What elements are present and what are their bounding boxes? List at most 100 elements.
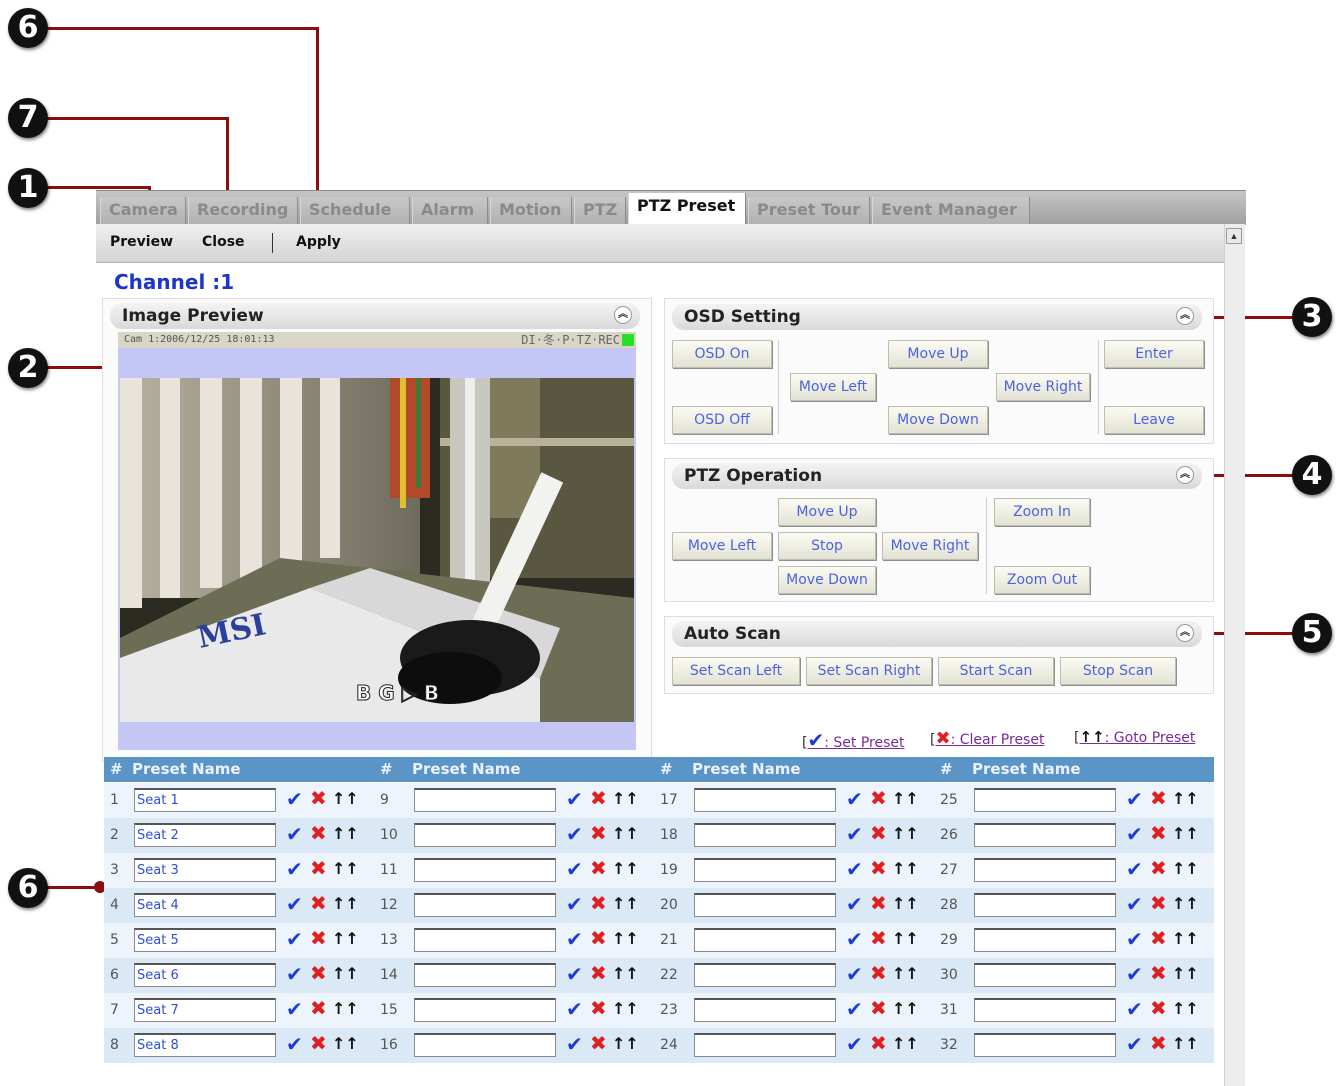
x-icon[interactable]: ✖ [310, 893, 327, 913]
x-icon[interactable]: ✖ [310, 823, 327, 843]
set-scan-left-button[interactable]: Set Scan Left [672, 657, 800, 685]
checkmark-icon[interactable]: ✔ [1126, 824, 1143, 844]
tab-event-manager[interactable]: Event Manager [872, 197, 1030, 225]
checkmark-icon[interactable]: ✔ [566, 824, 583, 844]
tab-motion[interactable]: Motion [490, 197, 572, 225]
chevron-up-icon[interactable]: ︽ [1176, 466, 1194, 484]
x-icon[interactable]: ✖ [870, 928, 887, 948]
x-icon[interactable]: ✖ [590, 928, 607, 948]
goto-arrows-icon[interactable]: ↑↑ [892, 1034, 919, 1054]
osd-off-button[interactable]: OSD Off [672, 406, 772, 434]
goto-arrows-icon[interactable]: ↑↑ [612, 929, 639, 949]
checkmark-icon[interactable]: ✔ [286, 824, 303, 844]
x-icon[interactable]: ✖ [590, 893, 607, 913]
checkmark-icon[interactable]: ✔ [1126, 789, 1143, 809]
checkmark-icon[interactable]: ✔ [1126, 859, 1143, 879]
set-scan-right-button[interactable]: Set Scan Right [806, 657, 932, 685]
x-icon[interactable]: ✖ [310, 1033, 327, 1053]
goto-arrows-icon[interactable]: ↑↑ [612, 964, 639, 984]
tab-alarm[interactable]: Alarm [412, 197, 488, 225]
x-icon[interactable]: ✖ [310, 788, 327, 808]
goto-arrows-icon[interactable]: ↑↑ [612, 859, 639, 879]
goto-arrows-icon[interactable]: ↑↑ [612, 1034, 639, 1054]
tab-schedule[interactable]: Schedule [300, 197, 410, 225]
goto-arrows-icon[interactable]: ↑↑ [892, 894, 919, 914]
preset-name-input[interactable] [414, 858, 556, 882]
ptz-move-down-button[interactable]: Move Down [778, 566, 876, 594]
preset-name-input[interactable]: Seat 2 [134, 823, 276, 847]
checkmark-icon[interactable]: ✔ [286, 1034, 303, 1054]
checkmark-icon[interactable]: ✔ [1126, 999, 1143, 1019]
preset-name-input[interactable] [974, 998, 1116, 1022]
osd-move-left-button[interactable]: Move Left [790, 373, 876, 401]
osd-move-down-button[interactable]: Move Down [888, 406, 988, 434]
checkmark-icon[interactable]: ✔ [566, 894, 583, 914]
preset-name-input[interactable] [414, 1033, 556, 1057]
checkmark-icon[interactable]: ✔ [846, 1034, 863, 1054]
goto-arrows-icon[interactable]: ↑↑ [892, 964, 919, 984]
tab-recording[interactable]: Recording [188, 197, 298, 225]
goto-arrows-icon[interactable]: ↑↑ [612, 894, 639, 914]
preview-button[interactable]: Preview [110, 234, 173, 250]
chevron-up-icon[interactable]: ︽ [1176, 624, 1194, 642]
x-icon[interactable]: ✖ [870, 823, 887, 843]
checkmark-icon[interactable]: ✔ [1126, 894, 1143, 914]
preset-name-input[interactable] [414, 998, 556, 1022]
goto-arrows-icon[interactable]: ↑↑ [1172, 789, 1199, 809]
x-icon[interactable]: ✖ [590, 858, 607, 878]
goto-arrows-icon[interactable]: ↑↑ [1172, 824, 1199, 844]
goto-arrows-icon[interactable]: ↑↑ [1172, 894, 1199, 914]
x-icon[interactable]: ✖ [870, 1033, 887, 1053]
checkmark-icon[interactable]: ✔ [1126, 1034, 1143, 1054]
goto-arrows-icon[interactable]: ↑↑ [332, 859, 359, 879]
preset-name-input[interactable] [694, 928, 836, 952]
goto-arrows-icon[interactable]: ↑↑ [892, 824, 919, 844]
goto-arrows-icon[interactable]: ↑↑ [1172, 964, 1199, 984]
goto-arrows-icon[interactable]: ↑↑ [1172, 929, 1199, 949]
preset-name-input[interactable] [414, 963, 556, 987]
preset-name-input[interactable] [974, 858, 1116, 882]
preset-name-input[interactable] [414, 823, 556, 847]
scroll-up-icon[interactable]: ▲ [1226, 228, 1242, 244]
checkmark-icon[interactable]: ✔ [566, 789, 583, 809]
tab-preset-tour[interactable]: Preset Tour [748, 197, 870, 225]
goto-arrows-icon[interactable]: ↑↑ [892, 789, 919, 809]
preset-name-input[interactable] [414, 893, 556, 917]
goto-arrows-icon[interactable]: ↑↑ [332, 894, 359, 914]
x-icon[interactable]: ✖ [870, 998, 887, 1018]
preset-name-input[interactable]: Seat 8 [134, 1033, 276, 1057]
goto-arrows-icon[interactable]: ↑↑ [892, 929, 919, 949]
zoom-in-button[interactable]: Zoom In [994, 498, 1090, 526]
checkmark-icon[interactable]: ✔ [566, 859, 583, 879]
goto-arrows-icon[interactable]: ↑↑ [332, 824, 359, 844]
preset-name-input[interactable] [974, 893, 1116, 917]
goto-arrows-icon[interactable]: ↑↑ [1172, 999, 1199, 1019]
preset-name-input[interactable]: Seat 4 [134, 893, 276, 917]
x-icon[interactable]: ✖ [590, 1033, 607, 1053]
checkmark-icon[interactable]: ✔ [286, 929, 303, 949]
osd-leave-button[interactable]: Leave [1104, 406, 1204, 434]
goto-arrows-icon[interactable]: ↑↑ [612, 824, 639, 844]
preset-name-input[interactable] [694, 788, 836, 812]
goto-arrows-icon[interactable]: ↑↑ [332, 929, 359, 949]
x-icon[interactable]: ✖ [590, 998, 607, 1018]
checkmark-icon[interactable]: ✔ [1126, 929, 1143, 949]
preset-name-input[interactable] [974, 928, 1116, 952]
tab-camera[interactable]: Camera [100, 197, 186, 225]
preset-name-input[interactable] [694, 963, 836, 987]
x-icon[interactable]: ✖ [1150, 928, 1167, 948]
goto-arrows-icon[interactable]: ↑↑ [892, 859, 919, 879]
checkmark-icon[interactable]: ✔ [566, 964, 583, 984]
preset-name-input[interactable] [694, 893, 836, 917]
goto-arrows-icon[interactable]: ↑↑ [1172, 1034, 1199, 1054]
ptz-move-right-button[interactable]: Move Right [882, 532, 978, 560]
chevron-up-icon[interactable]: ︽ [1176, 307, 1194, 325]
osd-move-up-button[interactable]: Move Up [888, 340, 988, 368]
preset-name-input[interactable] [974, 823, 1116, 847]
preset-name-input[interactable] [414, 788, 556, 812]
tab-ptz-preset[interactable]: PTZ Preset [628, 193, 746, 225]
x-icon[interactable]: ✖ [310, 963, 327, 983]
goto-arrows-icon[interactable]: ↑↑ [332, 964, 359, 984]
goto-arrows-icon[interactable]: ↑↑ [332, 1034, 359, 1054]
goto-arrows-icon[interactable]: ↑↑ [332, 789, 359, 809]
